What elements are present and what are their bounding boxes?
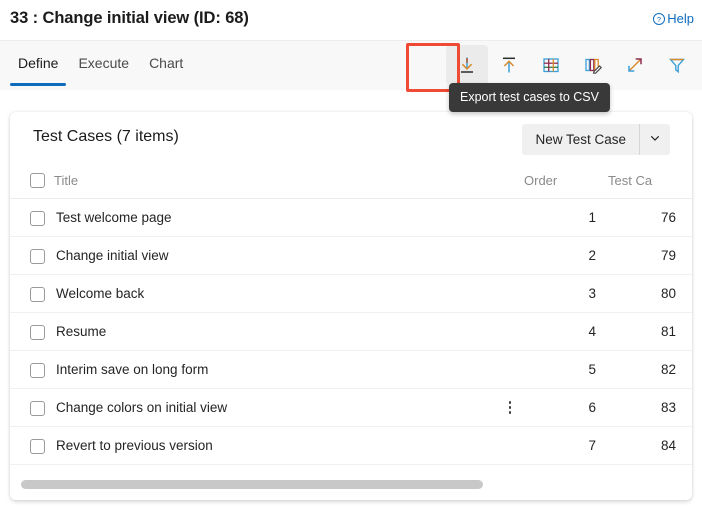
new-test-case-split-button: New Test Case [522, 124, 670, 155]
dot [508, 401, 512, 404]
row-test-case-id: 82 [608, 350, 688, 390]
row-order: 5 [524, 350, 608, 390]
row-order: 3 [524, 274, 608, 314]
row-title[interactable]: Revert to previous version [54, 426, 524, 466]
row-spacer [688, 236, 692, 276]
dot [508, 411, 512, 414]
row-select-cell [10, 388, 54, 428]
row-test-case-id: 84 [608, 426, 688, 466]
row-select-cell [10, 426, 54, 466]
tooltip: Export test cases to CSV [449, 83, 610, 112]
select-all-header [10, 166, 54, 200]
row-more-options-icon[interactable] [502, 398, 518, 418]
select-all-checkbox[interactable] [30, 173, 45, 189]
row-test-case-id: 76 [608, 198, 688, 238]
row-checkbox[interactable] [30, 248, 45, 264]
table-row[interactable]: Welcome back 3 80 [10, 274, 692, 314]
row-spacer [688, 426, 692, 466]
row-checkbox[interactable] [30, 400, 45, 416]
column-header-test-case-id[interactable]: Test Ca [608, 166, 688, 200]
table-row[interactable]: Change initial view 2 79 [10, 236, 692, 276]
test-cases-card: Test Cases (7 items) New Test Case Title… [10, 112, 692, 500]
row-test-case-id: 81 [608, 312, 688, 352]
page-title: 33 : Change initial view (ID: 68) [10, 9, 249, 27]
column-header-title[interactable]: Title [54, 166, 524, 200]
row-order: 2 [524, 236, 608, 276]
import-test-cases-button[interactable] [488, 45, 530, 85]
filter-button[interactable] [656, 45, 698, 85]
row-checkbox[interactable] [30, 324, 45, 340]
row-select-cell [10, 198, 54, 238]
table-row[interactable]: Test welcome page 1 76 [10, 198, 692, 238]
grid-scroll-area: Title Order Test Ca Test welcome page 1 … [10, 166, 692, 472]
row-title[interactable]: Change colors on initial view [54, 388, 524, 428]
row-title[interactable]: Resume [54, 312, 524, 352]
row-test-case-id: 79 [608, 236, 688, 276]
row-spacer [688, 312, 692, 352]
chevron-down-icon [649, 131, 661, 149]
new-test-case-caret-button[interactable] [640, 124, 670, 155]
row-title[interactable]: Test welcome page [54, 198, 524, 238]
tab-define[interactable]: Define [8, 41, 68, 91]
row-test-case-id: 83 [608, 388, 688, 428]
question-circle-icon: ? [652, 12, 666, 26]
row-order: 6 [508, 388, 608, 428]
table-body: Test welcome page 1 76 Change initial vi… [10, 198, 692, 466]
help-label: Help [667, 11, 694, 26]
row-checkbox[interactable] [30, 210, 45, 226]
row-order-value: 6 [588, 400, 596, 416]
table-row[interactable]: Revert to previous version 7 84 [10, 426, 692, 466]
filter-funnel-icon [666, 54, 688, 76]
help-link[interactable]: ? Help [652, 11, 694, 26]
card-header: Test Cases (7 items) New Test Case [10, 112, 692, 166]
column-header-order[interactable]: Order [524, 166, 608, 200]
column-header-spacer [688, 166, 692, 200]
row-spacer [688, 198, 692, 238]
table-row[interactable]: Change colors on initial view 6 83 [10, 388, 692, 428]
grid-table-icon [540, 54, 562, 76]
expand-diagonal-icon [624, 54, 646, 76]
grid-view-button[interactable] [530, 45, 572, 85]
title-bar: 33 : Change initial view (ID: 68) ? Help [0, 0, 702, 40]
row-title[interactable]: Interim save on long form [54, 350, 524, 390]
table-header: Title Order Test Ca [10, 166, 692, 200]
export-test-cases-button[interactable] [446, 45, 488, 85]
horizontal-scrollbar[interactable] [10, 472, 692, 500]
svg-text:?: ? [657, 14, 661, 23]
export-csv-download-icon [456, 54, 478, 76]
row-select-cell [10, 312, 54, 352]
table-row[interactable]: Interim save on long form 5 82 [10, 350, 692, 390]
row-select-cell [10, 350, 54, 390]
expand-view-button[interactable] [614, 45, 656, 85]
tab-chart[interactable]: Chart [139, 41, 193, 91]
row-order: 1 [524, 198, 608, 238]
row-checkbox[interactable] [30, 362, 45, 378]
row-spacer [688, 274, 692, 314]
row-order: 7 [524, 426, 608, 466]
toolbar [446, 45, 698, 85]
row-title[interactable]: Change initial view [54, 236, 524, 276]
edit-columns-button[interactable] [572, 45, 614, 85]
row-order: 4 [524, 312, 608, 352]
test-cases-table: Title Order Test Ca Test welcome page 1 … [10, 166, 692, 466]
dot [508, 406, 512, 409]
card-title: Test Cases (7 items) [33, 128, 179, 145]
row-checkbox[interactable] [30, 286, 45, 302]
row-checkbox[interactable] [30, 438, 45, 454]
import-upload-icon [498, 54, 520, 76]
row-select-cell [10, 274, 54, 314]
row-select-cell [10, 236, 54, 276]
table-row[interactable]: Resume 4 81 [10, 312, 692, 352]
edit-columns-icon [582, 54, 604, 76]
row-test-case-id: 80 [608, 274, 688, 314]
new-test-case-button[interactable]: New Test Case [522, 124, 640, 155]
tab-execute[interactable]: Execute [68, 41, 139, 91]
scrollbar-thumb[interactable] [21, 480, 483, 489]
row-title[interactable]: Welcome back [54, 274, 524, 314]
tab-list: Define Execute Chart [8, 41, 193, 91]
row-spacer [688, 388, 692, 428]
table-header-row: Title Order Test Ca [10, 166, 692, 200]
row-spacer [688, 350, 692, 390]
